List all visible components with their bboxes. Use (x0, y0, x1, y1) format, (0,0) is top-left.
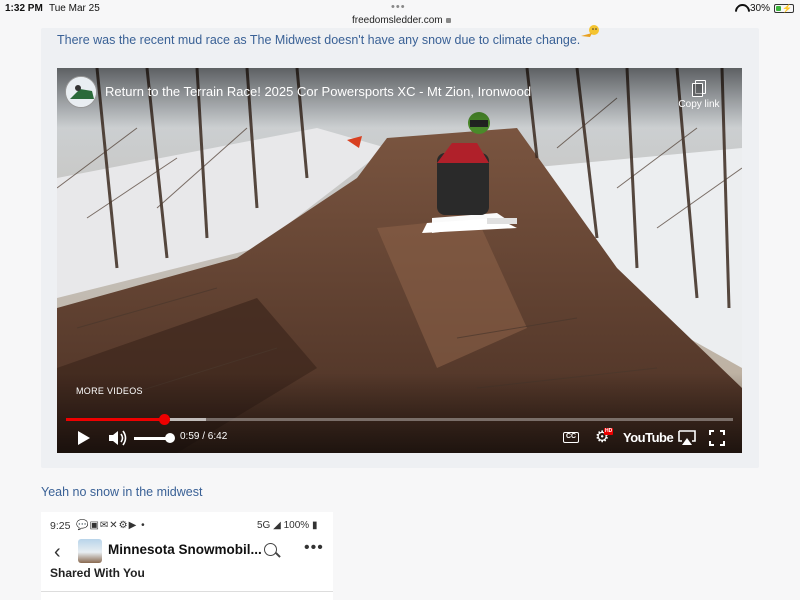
emoji-icon (581, 25, 599, 37)
embedded-screenshot: 9:25 💬▣✉✕⚙▶ • 5G ◢ 100% ▮ ‹ Minnesota Sn… (41, 512, 333, 600)
notification-icons: 💬▣✉✕⚙▶ • (76, 520, 146, 531)
multitasking-dots-icon[interactable]: ••• (391, 1, 406, 13)
divider (41, 591, 333, 592)
hd-badge: HD (604, 428, 614, 435)
wifi-icon (735, 4, 746, 13)
copy-link-label: Copy link (678, 99, 720, 110)
status-time: 1:32 PM (5, 3, 43, 14)
battery-icon: ⚡ (774, 4, 794, 13)
address-bar[interactable]: freedomsledder.com (352, 15, 451, 26)
status-bar: 1:32 PM Tue Mar 25 ••• freedomsledder.co… (0, 0, 800, 30)
player-controls: 0:59 / 6:42 CC ⚙ HD YouTube (57, 426, 742, 450)
post-text: There was the recent mud race as The Mid… (57, 33, 581, 47)
video-player[interactable]: Return to the Terrain Race! 2025 Cor Pow… (57, 68, 742, 453)
fullscreen-icon[interactable] (709, 430, 725, 446)
play-button[interactable] (78, 431, 90, 445)
captions-button[interactable]: CC (563, 432, 579, 443)
time-display: 0:59 / 6:42 (180, 431, 228, 442)
back-arrow-icon: ‹ (54, 541, 61, 563)
more-options-icon: ••• (304, 539, 324, 556)
scrubber-handle[interactable] (159, 414, 171, 425)
youtube-logo[interactable]: YouTube (623, 430, 674, 445)
search-icon (264, 543, 277, 556)
volume-icon[interactable] (107, 429, 127, 447)
url-text: freedomsledder.com (352, 15, 443, 26)
embedded-status-right: 5G ◢ 100% ▮ (257, 520, 318, 531)
embedded-battery: 100% (283, 520, 310, 531)
group-title: Minnesota Snowmobil... (108, 542, 262, 557)
volume-handle[interactable] (165, 433, 175, 443)
channel-avatar[interactable] (65, 76, 97, 108)
settings-gear-icon[interactable]: ⚙ HD (595, 428, 614, 446)
lock-icon (445, 17, 451, 23)
progress-bar[interactable] (66, 414, 733, 425)
copy-link-button[interactable]: Copy link (672, 80, 726, 110)
reply-text: Yeah no snow in the midwest (41, 485, 203, 499)
status-indicators: 30% ⚡ (735, 3, 794, 14)
played-bar (66, 418, 165, 421)
battery-fill (776, 6, 782, 11)
copy-icon (692, 80, 706, 97)
embedded-time: 9:25 (50, 520, 71, 532)
more-videos-button[interactable]: MORE VIDEOS (76, 386, 143, 396)
airplay-icon[interactable] (677, 430, 697, 446)
network-label: 5G (257, 520, 271, 531)
shared-with-you-label: Shared With You (50, 566, 145, 580)
group-thumbnail (78, 539, 102, 563)
video-title[interactable]: Return to the Terrain Race! 2025 Cor Pow… (105, 84, 531, 99)
charging-icon: ⚡ (782, 4, 792, 13)
status-date: Tue Mar 25 (49, 3, 100, 14)
battery-percent: 30% (749, 3, 770, 14)
